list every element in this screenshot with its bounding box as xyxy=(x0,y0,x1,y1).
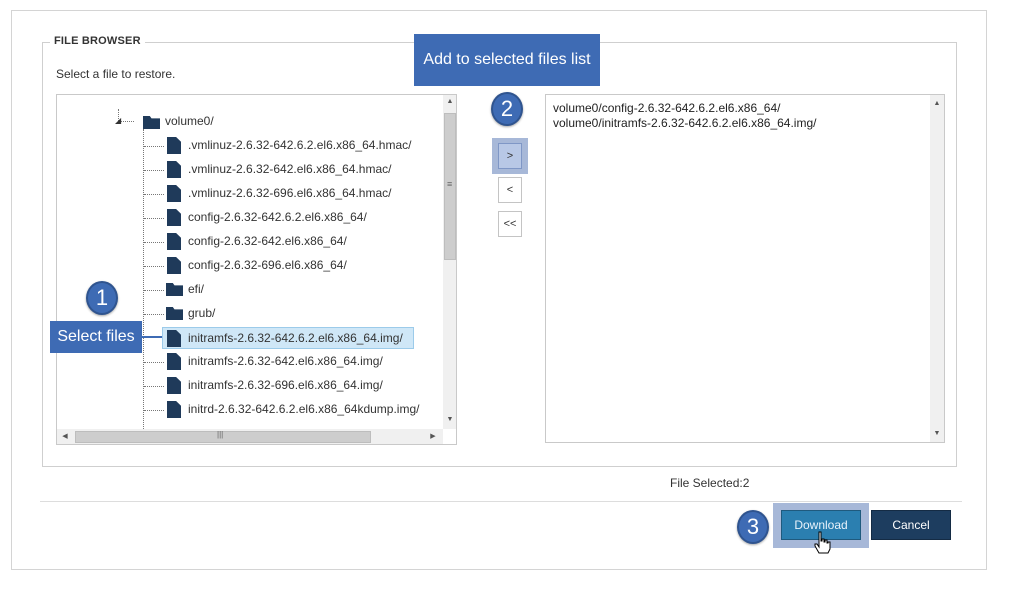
tree-connector xyxy=(144,386,164,387)
tree-item[interactable]: .vmlinuz-2.6.32-642.el6.x86_64.hmac/ xyxy=(164,159,391,179)
tree-item[interactable]: config-2.6.32-642.el6.x86_64/ xyxy=(164,231,347,251)
tree-item-label: volume0/ xyxy=(165,114,214,128)
list-vertical-scrollbar[interactable]: ▲ ▼ xyxy=(930,95,944,442)
tree-item-label: .vmlinuz-2.6.32-642.6.2.el6.x86_64.hmac/ xyxy=(188,138,412,152)
tree-item-label: grub/ xyxy=(188,306,216,320)
file-icon xyxy=(167,137,181,154)
tree-item[interactable]: initramfs-2.6.32-642.el6.x86_64.img/ xyxy=(164,351,383,371)
callout-select-files: Select files xyxy=(50,321,142,353)
remove-all-button[interactable]: << xyxy=(498,211,522,237)
file-icon xyxy=(167,233,181,250)
tree-connector xyxy=(144,218,164,219)
tree-item-label: .vmlinuz-2.6.32-696.el6.x86_64.hmac/ xyxy=(188,186,392,200)
tree-item-label: efi/ xyxy=(188,282,205,296)
folder-icon xyxy=(166,307,183,320)
tree-connector xyxy=(144,146,164,147)
tree-item-selected[interactable]: initramfs-2.6.32-642.6.2.el6.x86_64.img/ xyxy=(162,327,414,349)
tree-connector xyxy=(144,170,164,171)
file-browser-legend: FILE BROWSER xyxy=(50,35,145,47)
step-2-badge: 2 xyxy=(491,92,523,126)
tree-connector xyxy=(144,242,164,243)
file-tree[interactable]: ◢ volume0/ .vmlinuz-2.6.32-642.6.2.el6.x… xyxy=(56,94,457,445)
tree-item[interactable]: initramfs-2.6.32-696.el6.x86_64.img/ xyxy=(164,375,383,395)
file-icon xyxy=(167,330,181,347)
file-icon xyxy=(167,161,181,178)
tree-connector xyxy=(144,362,164,363)
scroll-left-icon[interactable]: ◀ xyxy=(59,432,71,442)
tree-vertical-scrollbar[interactable]: ▲ ≡ ▼ xyxy=(443,95,456,429)
scroll-up-icon[interactable]: ▲ xyxy=(931,99,943,109)
scroll-down-icon[interactable]: ▼ xyxy=(931,429,943,439)
list-item[interactable]: volume0/config-2.6.32-642.6.2.el6.x86_64… xyxy=(553,101,781,115)
file-icon xyxy=(167,257,181,274)
file-icon xyxy=(167,209,181,226)
tree-item-label: config-2.6.32-696.el6.x86_64/ xyxy=(188,258,347,272)
collapse-icon[interactable]: ◢ xyxy=(115,116,124,125)
tree-item-label: config-2.6.32-642.6.2.el6.x86_64/ xyxy=(188,210,367,224)
tree-connector xyxy=(144,194,164,195)
step-3-badge: 3 xyxy=(737,510,769,544)
tree-item-label: initramfs-2.6.32-696.el6.x86_64.img/ xyxy=(188,378,383,392)
tree-connector xyxy=(144,410,164,411)
tree-folder-efi[interactable]: efi/ xyxy=(164,279,204,299)
grip-icon: ≡ xyxy=(447,179,453,189)
callout-add-to-list: Add to selected files list xyxy=(414,34,600,86)
folder-icon xyxy=(143,116,160,129)
remove-from-list-button[interactable]: < xyxy=(498,177,522,203)
callout-connector xyxy=(142,336,162,338)
tree-horizontal-scrollbar[interactable]: ◀ ||| ▶ xyxy=(57,429,443,444)
divider xyxy=(40,501,962,502)
hand-cursor-icon xyxy=(814,531,831,554)
tree-item-label: .vmlinuz-2.6.32-642.el6.x86_64.hmac/ xyxy=(188,162,392,176)
tree-connector xyxy=(144,266,164,267)
tree-item-label: initramfs-2.6.32-642.6.2.el6.x86_64.img/ xyxy=(188,331,403,345)
cancel-button[interactable]: Cancel xyxy=(871,510,951,540)
tree-connector xyxy=(144,314,164,315)
scroll-down-icon[interactable]: ▼ xyxy=(444,415,456,425)
list-item[interactable]: volume0/initramfs-2.6.32-642.6.2.el6.x86… xyxy=(553,116,816,130)
file-icon xyxy=(167,401,181,418)
file-selected-count: File Selected:2 xyxy=(670,476,750,490)
scroll-right-icon[interactable]: ▶ xyxy=(427,432,439,442)
scroll-up-icon[interactable]: ▲ xyxy=(444,97,456,107)
tree-item-label: config-2.6.32-642.el6.x86_64/ xyxy=(188,234,347,248)
tree-item[interactable]: .vmlinuz-2.6.32-696.el6.x86_64.hmac/ xyxy=(164,183,391,203)
file-icon xyxy=(167,185,181,202)
tree-item[interactable]: config-2.6.32-642.6.2.el6.x86_64/ xyxy=(164,207,367,227)
tree-root-volume0[interactable]: volume0/ xyxy=(141,111,214,131)
step-1-badge: 1 xyxy=(86,281,118,315)
tree-item-label: initramfs-2.6.32-642.el6.x86_64.img/ xyxy=(188,354,383,368)
tree-item[interactable]: initrd-2.6.32-642.6.2.el6.x86_64kdump.im… xyxy=(164,399,419,419)
add-to-list-button[interactable]: > xyxy=(498,143,522,169)
tree-connector xyxy=(144,290,164,291)
file-icon xyxy=(167,353,181,370)
folder-icon xyxy=(166,283,183,296)
tree-item-label: initrd-2.6.32-642.6.2.el6.x86_64kdump.im… xyxy=(188,402,420,416)
tree-item[interactable]: config-2.6.32-696.el6.x86_64/ xyxy=(164,255,347,275)
instruction-text: Select a file to restore. xyxy=(56,67,176,81)
tree-connector xyxy=(143,129,144,444)
selected-files-list[interactable]: volume0/config-2.6.32-642.6.2.el6.x86_64… xyxy=(545,94,945,443)
tree-item[interactable]: .vmlinuz-2.6.32-642.6.2.el6.x86_64.hmac/ xyxy=(164,135,411,155)
grip-icon: ||| xyxy=(217,430,224,439)
file-icon xyxy=(167,377,181,394)
tree-folder-grub[interactable]: grub/ xyxy=(164,303,215,323)
